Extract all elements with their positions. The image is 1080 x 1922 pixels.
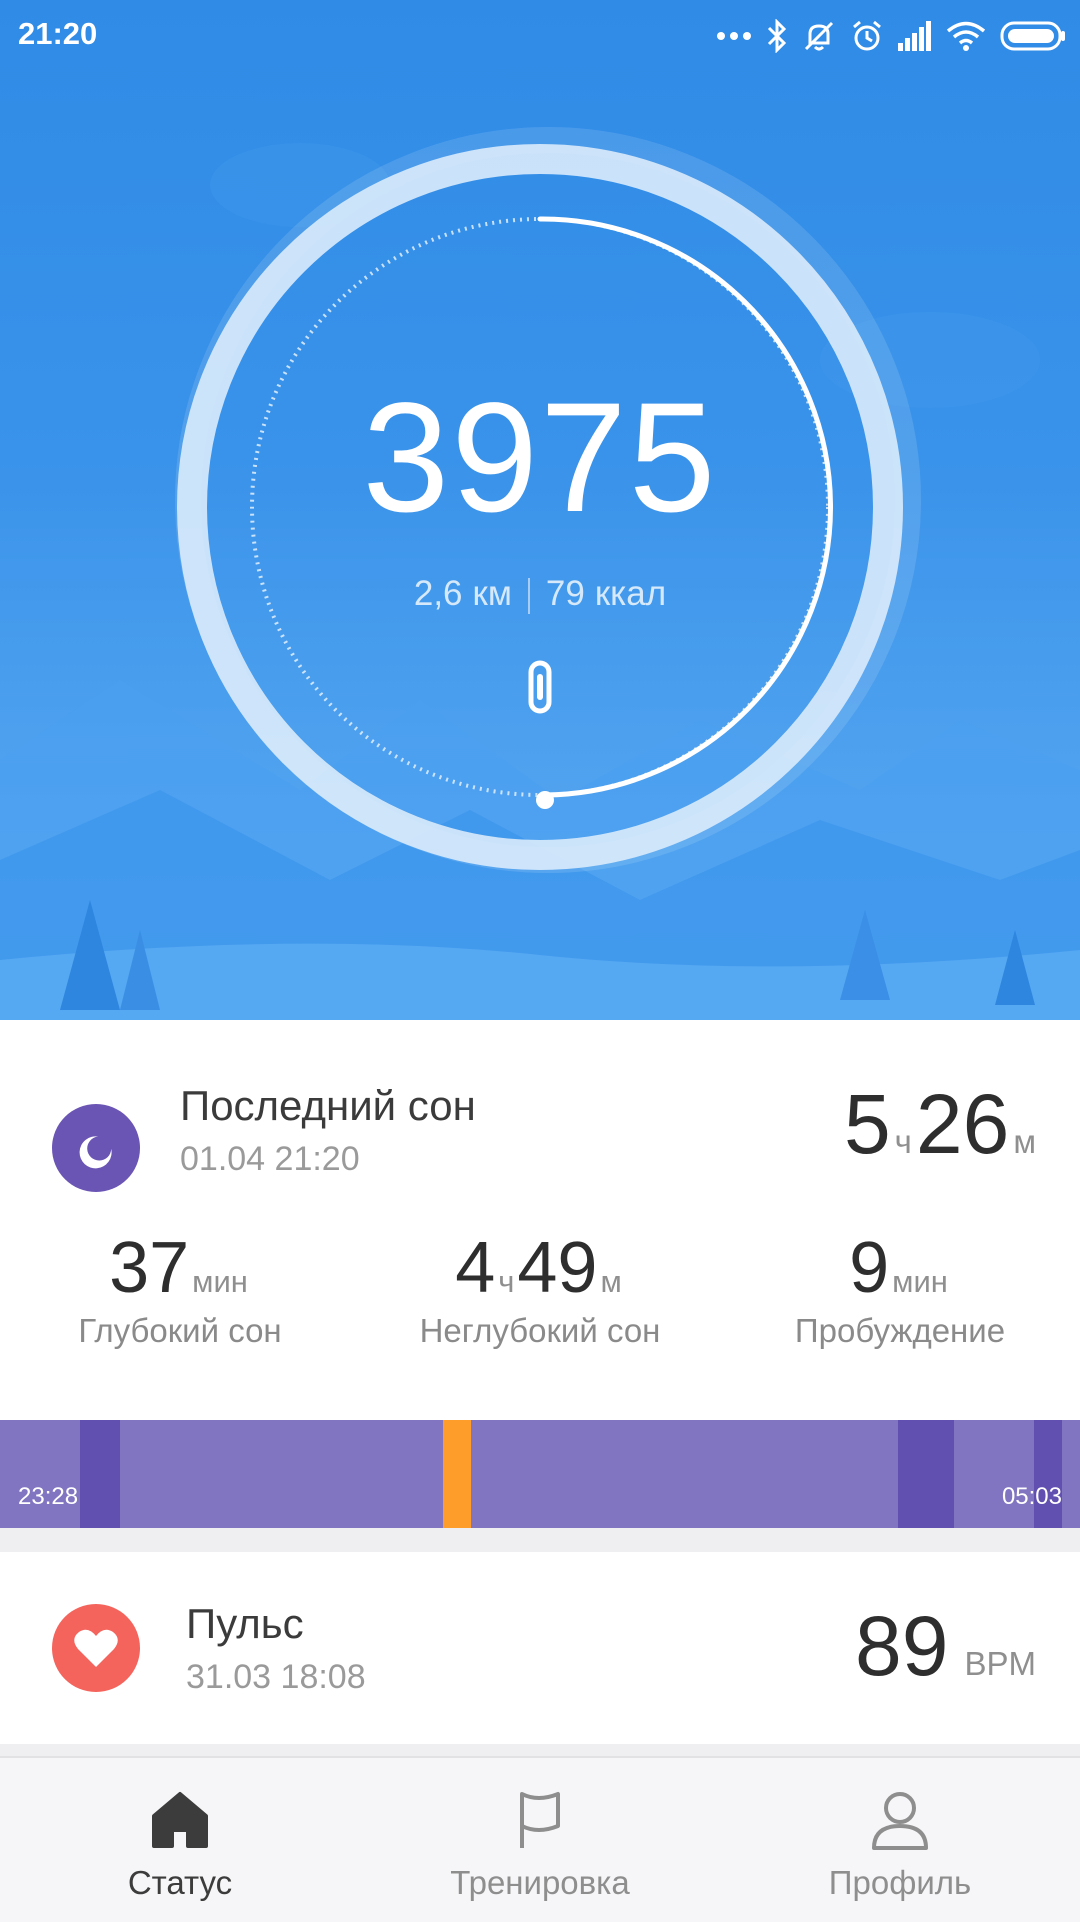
- pulse-unit: BPM: [964, 1645, 1036, 1682]
- tab-status[interactable]: Статус: [0, 1758, 360, 1922]
- pulse-title: Пульс: [186, 1600, 304, 1647]
- distance-value: 2,6: [413, 574, 463, 613]
- sleep-minutes-unit: м: [1013, 1123, 1036, 1160]
- sleep-hours-unit: ч: [894, 1123, 912, 1160]
- tab-workout-label: Тренировка: [450, 1864, 630, 1901]
- step-count: 3975: [362, 371, 718, 545]
- awake-segment: [443, 1420, 471, 1528]
- light-sleep-hours-unit: ч: [498, 1264, 515, 1299]
- distance-unit: км: [472, 574, 512, 613]
- pulse-card[interactable]: Пульс 31.03 18:08 89 BPM: [0, 1552, 1080, 1744]
- profile-icon: [872, 1792, 928, 1850]
- light-sleep-minutes: 49: [517, 1228, 598, 1308]
- tab-status-label: Статус: [127, 1864, 233, 1901]
- sleep-minutes: 26: [915, 1077, 1010, 1171]
- distance-calories: 2,6 км 79 ккал: [0, 572, 1080, 616]
- sleep-start-time: 23:28: [18, 1483, 79, 1510]
- pulse-value: 89: [855, 1599, 949, 1693]
- awake-metric: 9мин Пробуждение: [720, 1228, 1080, 1350]
- light-sleep-metric: 4ч49м Неглубокий сон: [360, 1228, 720, 1350]
- sleep-title: Последний сон: [180, 1082, 476, 1129]
- deep-sleep-metric: 37мин Глубокий сон: [0, 1228, 360, 1350]
- light-sleep-label: Неглубокий сон: [419, 1312, 661, 1349]
- light-sleep-minutes-unit: м: [600, 1264, 622, 1299]
- deep-sleep-segment: [898, 1420, 954, 1528]
- deep-sleep-unit: мин: [192, 1264, 248, 1299]
- awake-value: 9: [849, 1228, 890, 1308]
- sleep-hours: 5: [843, 1077, 891, 1171]
- activity-hero: 21:20 3975 2,6 км 79 ккал: [0, 0, 1080, 1020]
- progress-marker: [536, 791, 554, 809]
- flag-icon: [520, 1792, 560, 1848]
- bottom-navigation: Статус Тренировка Профиль: [0, 1756, 1080, 1922]
- deep-sleep-segment: [1034, 1420, 1062, 1528]
- deep-sleep-label: Глубокий сон: [78, 1312, 282, 1349]
- deep-sleep-segment: [80, 1420, 120, 1528]
- heart-icon: [52, 1604, 140, 1692]
- tab-profile-label: Профиль: [828, 1864, 972, 1901]
- pulse-value-group: 89 BPM: [855, 1604, 1040, 1688]
- awake-unit: мин: [892, 1264, 948, 1299]
- sleep-date: 01.04 21:20: [180, 1140, 360, 1178]
- band-icon[interactable]: [528, 660, 552, 714]
- awake-label: Пробуждение: [794, 1312, 1006, 1349]
- calories-unit: ккал: [594, 574, 667, 613]
- stat-divider: [527, 577, 530, 614]
- svg-text:z: z: [100, 1135, 106, 1149]
- light-sleep-hours: 4: [455, 1228, 496, 1308]
- tab-profile[interactable]: Профиль: [720, 1758, 1080, 1922]
- sleep-moon-icon: z: [52, 1104, 140, 1192]
- deep-sleep-value: 37: [109, 1228, 190, 1308]
- calories-value: 79: [545, 574, 585, 613]
- sleep-timeline-bar[interactable]: [0, 1420, 1080, 1528]
- home-icon: [152, 1792, 208, 1848]
- pulse-date: 31.03 18:08: [186, 1658, 366, 1696]
- tab-workout[interactable]: Тренировка: [360, 1758, 720, 1922]
- sleep-total: 5 ч26 м: [844, 1082, 1040, 1166]
- sleep-end-time: 05:03: [1001, 1483, 1062, 1510]
